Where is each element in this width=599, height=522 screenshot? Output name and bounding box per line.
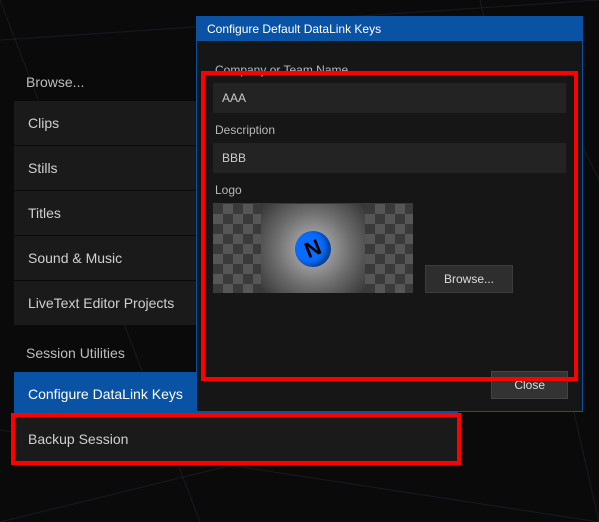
logo-image: N — [261, 204, 365, 293]
configure-datalink-dialog: Configure Default DataLink Keys Company … — [196, 16, 583, 412]
company-field[interactable] — [213, 83, 566, 113]
transparency-checker-right — [365, 204, 413, 293]
company-label: Company or Team Name — [215, 63, 566, 77]
logo-preview: N — [213, 203, 413, 293]
menu-item-backup-session[interactable]: Backup Session — [14, 416, 458, 461]
description-field[interactable] — [213, 143, 566, 173]
dialog-title: Configure Default DataLink Keys — [197, 17, 582, 41]
transparency-checker-left — [213, 204, 261, 293]
logo-label: Logo — [215, 183, 566, 197]
description-label: Description — [215, 123, 566, 137]
browse-button[interactable]: Browse... — [425, 265, 513, 293]
logo-glyph-icon: N — [290, 225, 337, 272]
close-button[interactable]: Close — [491, 371, 568, 399]
